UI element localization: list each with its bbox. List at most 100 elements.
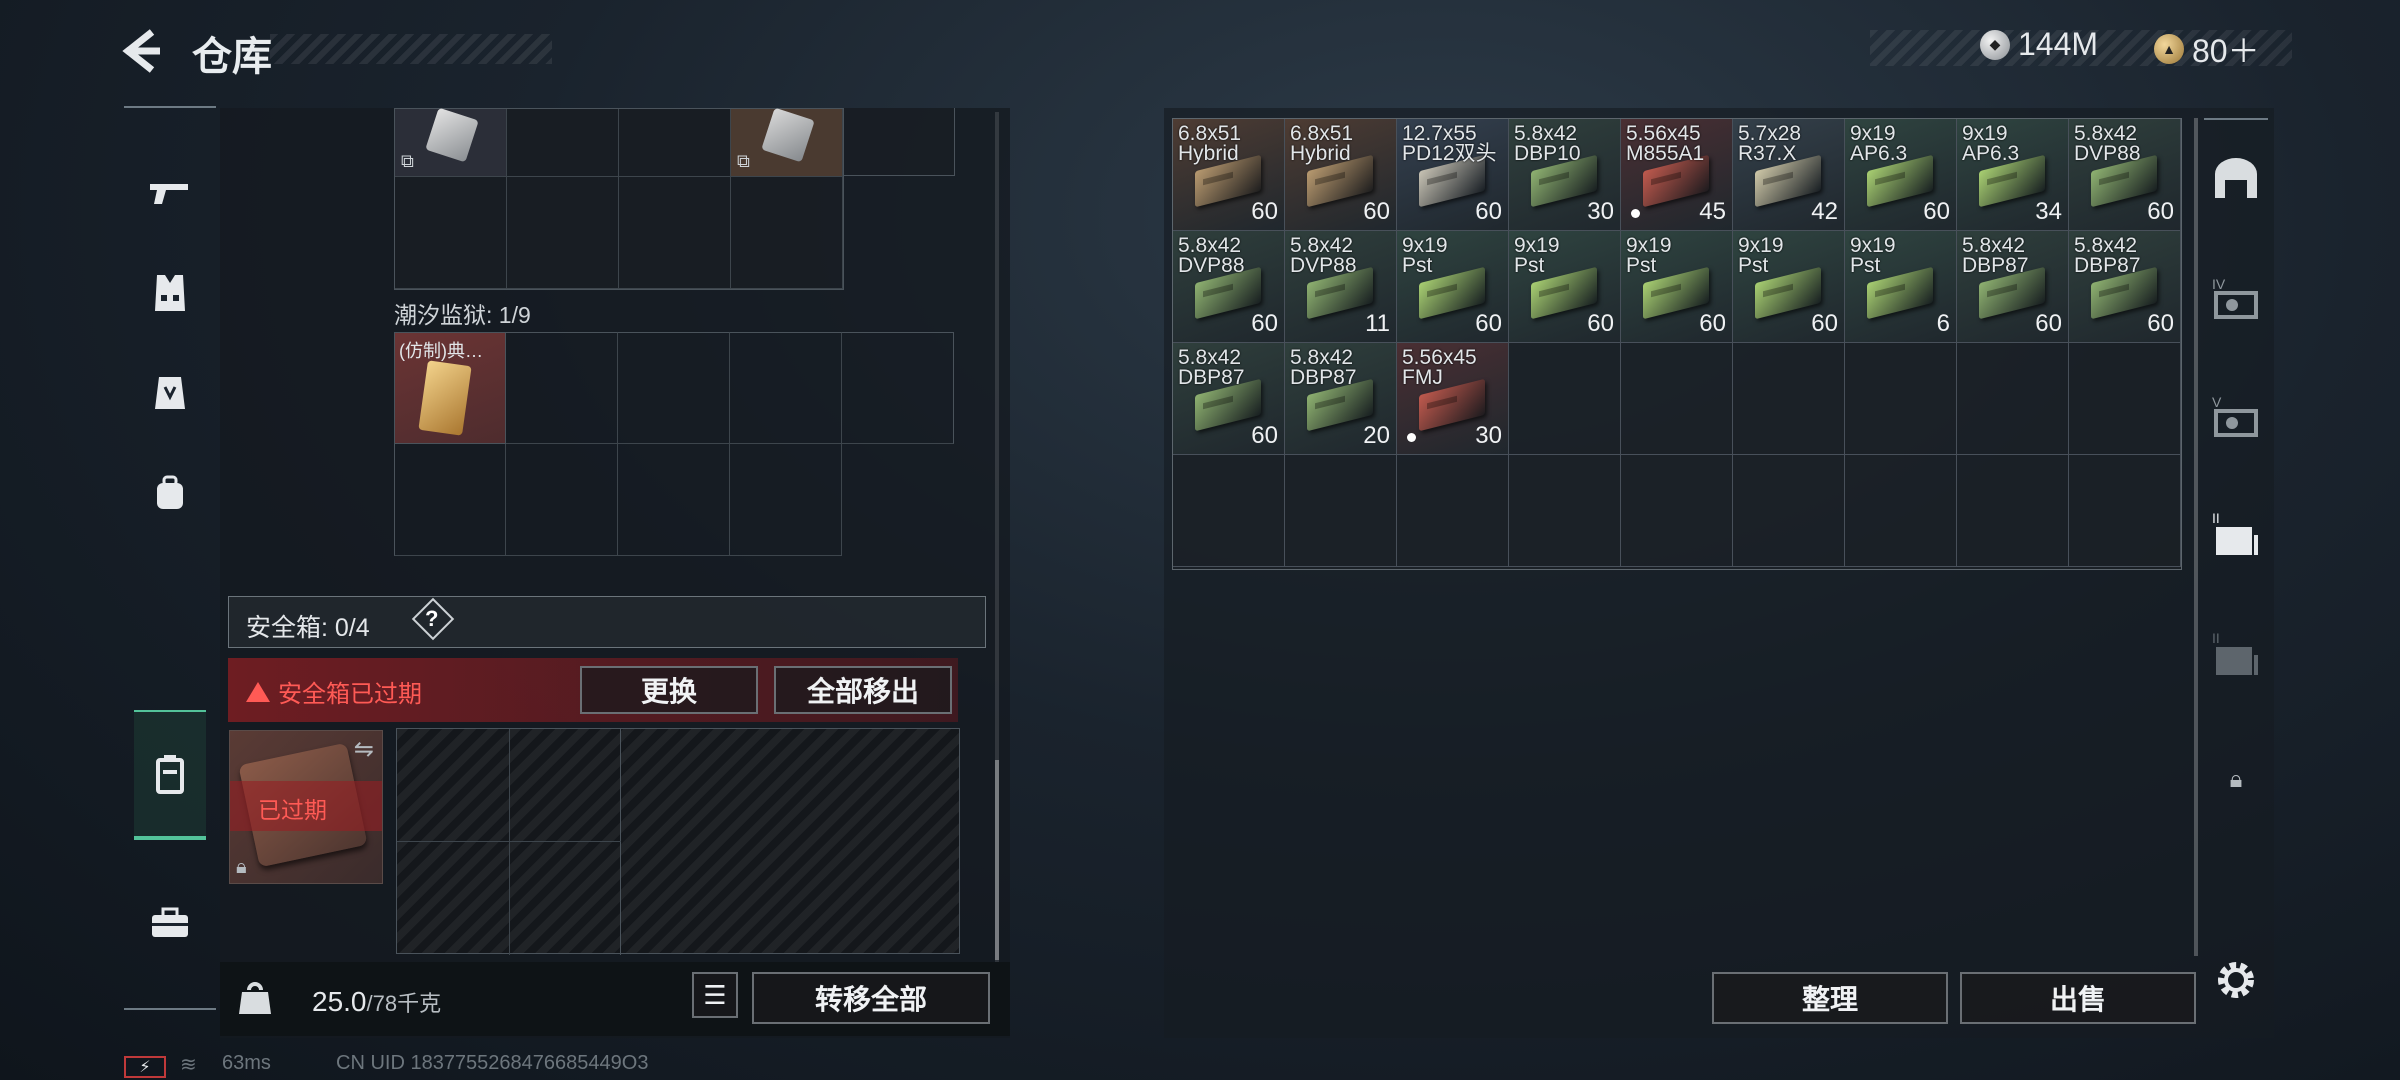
storage-grid[interactable]: 6.8x51 Hybrid 60 6.8x51 Hybrid 60 12.7x55 PD12双…	[1172, 118, 2182, 570]
rail-case[interactable]	[134, 878, 206, 968]
storage-empty-slot[interactable]	[1509, 455, 1621, 567]
grid-cell[interactable]	[619, 177, 731, 289]
storage-item[interactable]: 9x19 Pst 60	[1397, 231, 1509, 343]
container-grid-top[interactable]: ⧉ ⧉	[394, 107, 844, 290]
grid-cell[interactable]	[842, 332, 954, 444]
svg-text:II: II	[2212, 510, 2220, 526]
rail-armor[interactable]	[134, 248, 206, 338]
grid-cell[interactable]	[394, 444, 506, 556]
grid-cell[interactable]	[731, 177, 843, 289]
grid-cell[interactable]	[619, 109, 731, 177]
item-ammo-type: AP6.3	[1962, 142, 2020, 165]
grid-cell[interactable]	[507, 177, 619, 289]
storage-item[interactable]: 9x19 Pst 60	[1621, 231, 1733, 343]
tab-storage-v[interactable]: V	[2210, 390, 2262, 442]
storage-item[interactable]: 5.7x28 R37.X 42	[1733, 119, 1845, 231]
storage-item[interactable]: 9x19 AP6.3 60	[1845, 119, 1957, 231]
secure-container-grid[interactable]	[396, 728, 960, 955]
item-name: 5.8x42 DBP87	[1290, 347, 1357, 388]
storage-empty-slot[interactable]	[2069, 455, 2181, 567]
storage-item[interactable]: 12.7x55 PD12双头 60	[1397, 119, 1509, 231]
list-view-button[interactable]: ☰	[692, 972, 738, 1018]
rig-icon	[155, 377, 185, 409]
grid-cell-item-tag[interactable]: (仿制)典…	[394, 332, 506, 444]
left-scroll-thumb[interactable]	[995, 760, 999, 960]
grid-cell[interactable]	[730, 444, 842, 556]
grid-cell[interactable]	[506, 332, 618, 444]
secure-container-item[interactable]: 已过期 ⇋ 🔒︎	[229, 730, 383, 884]
storage-item[interactable]: 5.56x45 M855A1 45	[1621, 119, 1733, 231]
rail-weapons[interactable]	[134, 148, 206, 238]
currency-gold[interactable]: ▲ 80＋	[2154, 26, 2260, 72]
storage-empty-slot[interactable]	[1733, 343, 1845, 455]
item-caliber: 9x19	[1850, 234, 1896, 257]
storage-item[interactable]: 9x19 Pst 60	[1509, 231, 1621, 343]
storage-empty-slot[interactable]	[1957, 455, 2069, 567]
storage-empty-slot[interactable]	[1845, 343, 1957, 455]
storage-item[interactable]: 5.8x42 DBP87 60	[1173, 343, 1285, 455]
storage-empty-slot[interactable]	[1509, 343, 1621, 455]
weight-max: /78千克	[366, 991, 442, 1016]
storage-item[interactable]: 5.8x42 DBP87 20	[1285, 343, 1397, 455]
tab-storage-iv[interactable]: IV	[2210, 272, 2262, 324]
storage-empty-slot[interactable]	[1397, 455, 1509, 567]
grid-cell[interactable]	[618, 332, 730, 444]
storage-item[interactable]: 5.8x42 DBP87 60	[1957, 231, 2069, 343]
tab-storage-ii-locked[interactable]: II	[2210, 628, 2262, 680]
lock-icon: 🔒︎	[2229, 766, 2243, 793]
grid-cell-extra[interactable]	[843, 108, 955, 176]
storage-item[interactable]: 5.8x42 DVP88 11	[1285, 231, 1397, 343]
back-button[interactable]	[118, 28, 168, 74]
tab-storage-ii-active[interactable]: II	[2210, 508, 2262, 560]
storage-item[interactable]: 9x19 Pst 6	[1845, 231, 1957, 343]
storage-item[interactable]: 5.8x42 DBP10 30	[1509, 119, 1621, 231]
marker-dot	[1631, 209, 1640, 218]
item-count: 60	[1251, 422, 1278, 449]
replace-button[interactable]: 更换	[580, 666, 758, 714]
storage-empty-slot[interactable]	[1845, 455, 1957, 567]
storage-item[interactable]: 6.8x51 Hybrid 60	[1173, 119, 1285, 231]
storage-empty-slot[interactable]	[1733, 455, 1845, 567]
warning-icon	[246, 681, 270, 702]
storage-empty-slot[interactable]	[1957, 343, 2069, 455]
rail-backpack[interactable]	[134, 448, 206, 538]
item-name: 5.8x42 DBP87	[1178, 347, 1245, 388]
storage-item[interactable]: 5.8x42 DVP88 60	[1173, 231, 1285, 343]
grid-cell[interactable]	[730, 332, 842, 444]
remove-all-button[interactable]: 全部移出	[774, 666, 952, 714]
rail-secure-container[interactable]	[134, 710, 206, 840]
storage-empty-slot[interactable]	[2069, 343, 2181, 455]
transfer-all-button[interactable]: 转移全部	[752, 972, 990, 1024]
tab-storage-main[interactable]	[2210, 152, 2262, 204]
lock-icon: 🔒︎	[236, 856, 247, 878]
storage-item[interactable]: 5.8x42 DBP87 60	[2069, 231, 2181, 343]
item-name: 5.8x42 DBP87	[1962, 235, 2029, 276]
settings-button[interactable]	[2210, 954, 2262, 1006]
safebox-label: 安全箱: 0/4	[246, 614, 370, 642]
grid-cell[interactable]	[507, 109, 619, 177]
storage-item[interactable]: 5.8x42 DVP88 60	[2069, 119, 2181, 231]
grid-cell-item-2[interactable]: ⧉	[731, 107, 843, 177]
storage-item[interactable]: 6.8x51 Hybrid 60	[1285, 119, 1397, 231]
storage-empty-slot[interactable]	[1173, 455, 1285, 567]
sell-button[interactable]: 出售	[1960, 972, 2196, 1024]
item-count: 60	[1251, 198, 1278, 225]
grid-cell[interactable]	[506, 444, 618, 556]
grid-cell[interactable]	[618, 444, 730, 556]
grid-cell-item-1[interactable]: ⧉	[395, 107, 507, 177]
storage-item[interactable]: 9x19 AP6.3 34	[1957, 119, 2069, 231]
item-ammo-type: DVP88	[1178, 254, 1245, 277]
storage-empty-slot[interactable]	[1621, 343, 1733, 455]
sort-button[interactable]: 整理	[1712, 972, 1948, 1024]
storage-item[interactable]: 5.56x45 FMJ 30	[1397, 343, 1509, 455]
container-grid-prison[interactable]: (仿制)典…	[394, 332, 956, 558]
tab-locked[interactable]: 🔒︎	[2210, 754, 2262, 806]
currency-silver[interactable]: ◆ 144M	[1980, 26, 2098, 63]
grid-cell[interactable]	[395, 177, 507, 289]
item-name: 5.56x45 FMJ	[1402, 347, 1477, 388]
rail-chest-rig[interactable]	[134, 348, 206, 438]
swap-icon[interactable]: ⇋	[354, 735, 374, 764]
storage-item[interactable]: 9x19 Pst 60	[1733, 231, 1845, 343]
storage-empty-slot[interactable]	[1621, 455, 1733, 567]
storage-empty-slot[interactable]	[1285, 455, 1397, 567]
